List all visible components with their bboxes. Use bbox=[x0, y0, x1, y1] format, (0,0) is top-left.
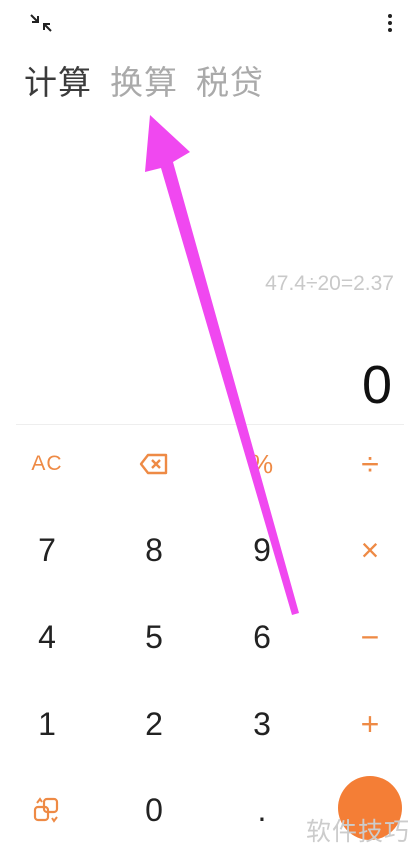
decimal-point-button[interactable]: . bbox=[208, 770, 316, 850]
more-vertical-icon[interactable] bbox=[384, 12, 396, 34]
top-bar bbox=[0, 0, 420, 46]
tab-tax-loan[interactable]: 税贷 bbox=[196, 58, 264, 108]
digit-5-button[interactable]: 5 bbox=[100, 597, 208, 677]
digit-8-button[interactable]: 8 bbox=[100, 510, 208, 590]
plus-button[interactable]: + bbox=[316, 684, 420, 764]
percent-button[interactable]: % bbox=[208, 424, 316, 504]
digit-6-button[interactable]: 6 bbox=[208, 597, 316, 677]
tab-convert[interactable]: 换算 bbox=[110, 58, 178, 108]
watermark-text: 软件技巧 bbox=[305, 817, 410, 846]
digit-0-button[interactable]: 0 bbox=[100, 770, 208, 850]
digit-2-button[interactable]: 2 bbox=[100, 684, 208, 764]
mode-tabs: 计算 换算 税贷 bbox=[24, 58, 264, 108]
digit-7-button[interactable]: 7 bbox=[0, 510, 101, 590]
backspace-button[interactable] bbox=[100, 424, 208, 504]
tab-calculate[interactable]: 计算 bbox=[24, 58, 92, 108]
minus-button[interactable]: − bbox=[316, 597, 420, 677]
collapse-arrows-icon[interactable] bbox=[28, 12, 54, 34]
mode-switch-button[interactable] bbox=[0, 770, 101, 850]
mode-switch-icon bbox=[33, 797, 59, 823]
digit-1-button[interactable]: 1 bbox=[0, 684, 101, 764]
divide-button[interactable]: ÷ bbox=[316, 424, 420, 504]
digit-3-button[interactable]: 3 bbox=[208, 684, 316, 764]
multiply-button[interactable]: × bbox=[316, 510, 420, 590]
history-expression[interactable]: 47.4÷20=2.37 bbox=[265, 272, 394, 296]
backspace-icon bbox=[139, 453, 168, 475]
ac-button[interactable]: AC bbox=[0, 424, 101, 504]
digit-9-button[interactable]: 9 bbox=[208, 510, 316, 590]
result-display: 0 bbox=[361, 355, 392, 415]
digit-4-button[interactable]: 4 bbox=[0, 597, 101, 677]
